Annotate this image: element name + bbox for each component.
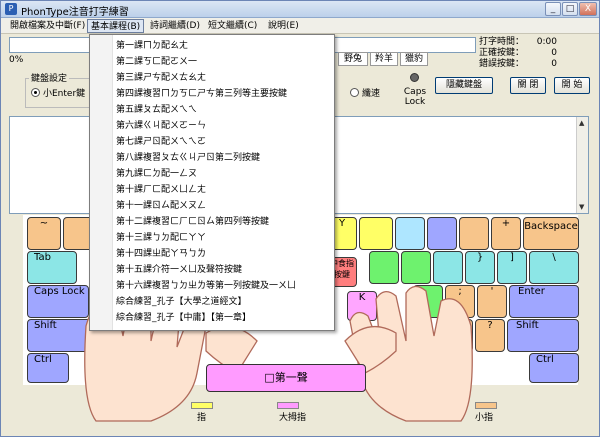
caps-lock-label: Caps Lock xyxy=(403,87,427,107)
dropdown-item-13[interactable]: 第十三課ㄅㄉ配ㄈㄚㄚ xyxy=(116,231,206,246)
finger-color-little xyxy=(475,402,497,409)
caps-lock-indicator xyxy=(410,73,419,82)
key-8[interactable] xyxy=(395,217,425,250)
stats-panel: 打字時間： 0:00 正確按鍵： 0 錯誤按鍵： 0 xyxy=(479,37,597,70)
key-period[interactable]: > xyxy=(443,319,473,352)
menu-open-file[interactable]: 開啟檔案及中斷(F) xyxy=(7,19,88,33)
key-slash[interactable]: ? xyxy=(475,319,505,352)
basic-course-dropdown: 第一課ㄇㄉ配ㄠㄤ 第二課ㄎㄈ配ㄛㄨ一 第三課ㄕㄘ配ㄨㄊㄠㄤ 第四課複習ㄇㄉㄎㄈㄕ… xyxy=(89,34,335,331)
dropdown-item-10[interactable]: 第十課ㄏㄈ配ㄨㄩㄥㄤ xyxy=(116,183,206,198)
key-9[interactable] xyxy=(427,217,457,250)
vertical-scrollbar[interactable]: ▲ ▼ xyxy=(576,117,588,213)
dropdown-item-5[interactable]: 第五課ㄆㄊ配ㄨㄟㄟ xyxy=(116,103,197,118)
correct-keys-label: 正確按鍵： xyxy=(479,48,525,58)
key-right-bracket[interactable]: ] xyxy=(497,251,527,284)
menu-poetry[interactable]: 詩詞繼續(D) xyxy=(147,19,203,33)
dropdown-item-16[interactable]: 第十六課複習ㄅㄉㄓㄌ等第一列按鍵及一ㄨㄩ xyxy=(116,279,296,294)
key-backspace[interactable]: Backspace xyxy=(523,217,579,250)
app-window: P PhonType注音打字練習 _ □ X 開啟檔案及中斷(F) 基本課程(B… xyxy=(0,0,600,437)
key-semicolon[interactable]: ; xyxy=(445,285,475,318)
dropdown-item-2[interactable]: 第二課ㄎㄈ配ㄛㄨ一 xyxy=(116,55,197,70)
key-l[interactable] xyxy=(413,285,443,318)
key-left-bracket[interactable] xyxy=(433,251,463,284)
key-right-ctrl[interactable]: Ctrl xyxy=(529,353,579,383)
menu-basic-course[interactable]: 基本課程(B) xyxy=(87,19,145,33)
menu-help[interactable]: 說明(E) xyxy=(265,19,302,33)
key-o[interactable] xyxy=(369,251,399,284)
dropdown-item-18[interactable]: 綜合練習_孔子【中庸】【第一章】 xyxy=(116,311,251,326)
close-window-button[interactable]: X xyxy=(579,2,597,16)
dropdown-item-3[interactable]: 第三課ㄕㄘ配ㄨㄊㄠㄤ xyxy=(116,71,206,86)
close-button[interactable]: 關 閉 xyxy=(510,77,546,94)
key-left-ctrl[interactable]: Ctrl xyxy=(27,353,69,383)
key-tab[interactable]: Tab xyxy=(27,251,77,284)
menu-short-text[interactable]: 短文繼續(C) xyxy=(205,19,260,33)
key-caps-lock[interactable]: Caps Lock xyxy=(27,285,89,318)
hide-keyboard-button[interactable]: 隱藏鍵盤 xyxy=(435,77,493,94)
level-rabbit[interactable]: 野兔 xyxy=(338,52,368,66)
key-backslash[interactable]: \ xyxy=(529,251,579,284)
key-equals[interactable]: + xyxy=(491,217,521,250)
maximize-button[interactable]: □ xyxy=(562,2,578,16)
menu-bar: 開啟檔案及中斷(F) 基本課程(B) 詩詞繼續(D) 短文繼續(C) 說明(E) xyxy=(1,18,599,34)
key-quote[interactable]: ' xyxy=(477,285,507,318)
key-right-brace[interactable]: } xyxy=(465,251,495,284)
key-space[interactable]: □第一聲 xyxy=(206,364,366,392)
title-bar: P PhonType注音打字練習 _ □ X xyxy=(1,1,599,18)
minimize-button[interactable]: _ xyxy=(545,2,561,16)
dropdown-item-14[interactable]: 第十四課ㄓ配ㄚㄢㄅㄌ xyxy=(116,247,206,262)
app-icon: P xyxy=(5,3,17,15)
dropdown-item-7[interactable]: 第七課ㄕㄖ配ㄨㄟㄟㄛ xyxy=(116,135,206,150)
key-tilde[interactable]: ~ xyxy=(27,217,61,250)
dropdown-item-17[interactable]: 綜合練習_孔子【大學之道經文】 xyxy=(116,295,247,310)
speed-label: 纖速 xyxy=(362,89,381,99)
level-cheetah[interactable]: 獵豹 xyxy=(400,52,428,66)
finger-label-index: 指 xyxy=(197,413,207,423)
dropdown-item-1[interactable]: 第一課ㄇㄉ配ㄠㄤ xyxy=(116,39,188,54)
dropdown-item-15[interactable]: 第十五課介符一ㄨㄩ及聲符按鍵 xyxy=(116,263,242,278)
wrong-keys-label: 錯誤按鍵： xyxy=(479,59,525,69)
dropdown-item-12[interactable]: 第十二課複習ㄈㄏㄈㄖㄙ第四列等按鍵 xyxy=(116,215,269,230)
window-title: PhonType注音打字練習 xyxy=(21,7,129,18)
finger-color-thumb xyxy=(277,402,299,409)
key-0[interactable] xyxy=(459,217,489,250)
key-7[interactable] xyxy=(359,217,393,250)
keyboard-settings-label: 鍵盤設定 xyxy=(29,71,70,84)
key-right-shift[interactable]: Shift xyxy=(507,319,579,352)
scroll-up-icon[interactable]: ▲ xyxy=(579,119,584,127)
dropdown-item-8[interactable]: 第八課複習ㄆㄊㄍㄐㄕㄖ第二列按鍵 xyxy=(116,151,260,166)
key-enter[interactable]: Enter xyxy=(509,285,579,318)
dropdown-item-4[interactable]: 第四課複習ㄇㄉㄎㄈㄕㄘ第三列等主要按鍵 xyxy=(116,87,287,102)
scroll-down-icon[interactable]: ▼ xyxy=(579,203,584,211)
typing-time-value: 0:00 xyxy=(536,37,557,47)
dropdown-item-6[interactable]: 第六課ㄍㄐ配ㄨㄛㄧㄣ xyxy=(116,119,206,134)
key-p[interactable] xyxy=(401,251,431,284)
finger-label-thumb: 大拇指 xyxy=(279,413,307,423)
correct-keys-value: 0 xyxy=(551,48,557,58)
finger-label-little: 小指 xyxy=(475,413,494,423)
progress-start-label: 0% xyxy=(9,55,24,65)
level-antelope[interactable]: 羚羊 xyxy=(370,52,398,66)
small-enter-radio[interactable] xyxy=(31,88,40,97)
dropdown-item-9[interactable]: 第九課ㄈㄉ配一ㄥㄡ xyxy=(116,167,197,182)
finger-color-index-left xyxy=(191,402,213,409)
wrong-keys-value: 0 xyxy=(551,59,557,69)
small-enter-label: 小Enter鍵 xyxy=(43,89,86,99)
dropdown-item-11[interactable]: 第十一課ㄖㄙ配ㄨㄡㄥ xyxy=(116,199,206,214)
key-k[interactable]: K xyxy=(347,291,377,321)
start-button[interactable]: 開 始 xyxy=(554,77,590,94)
typing-time-label: 打字時間： xyxy=(479,37,525,47)
speed-radio[interactable] xyxy=(350,88,359,97)
